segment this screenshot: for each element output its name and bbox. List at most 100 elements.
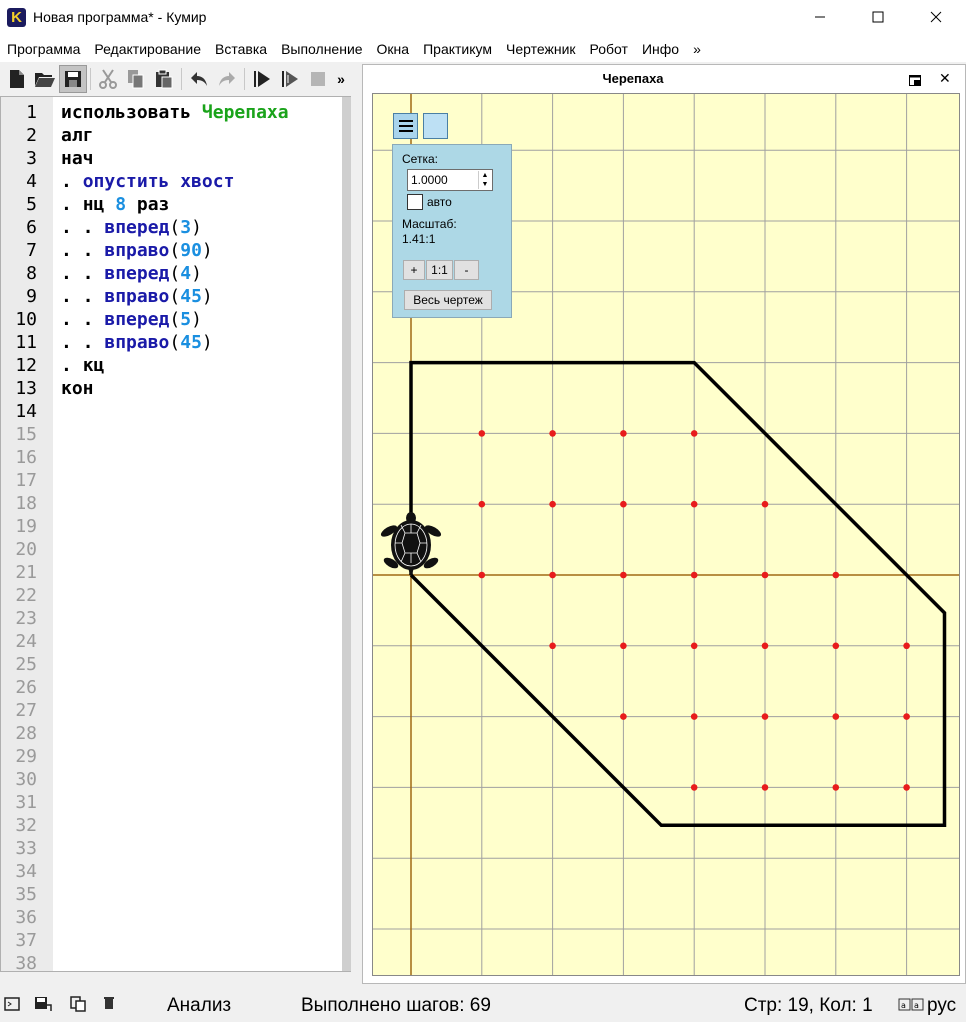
menu-robot[interactable]: Робот [584, 36, 636, 62]
toolbar-more-button[interactable]: » [332, 65, 350, 93]
line-number: 16 [15, 447, 37, 468]
code-area[interactable]: использовать Черепаха алг нач. опустить хв… [61, 101, 289, 400]
window-title: Новая программа* - Кумир [33, 9, 207, 25]
trash-icon[interactable] [103, 996, 115, 1010]
kumir-app-icon: K [7, 8, 26, 27]
console-icon[interactable] [4, 996, 20, 1012]
fit-drawing-button[interactable]: Весь чертеж [404, 290, 492, 310]
grid-point-mark [690, 784, 698, 791]
code-token: вправо [104, 286, 170, 307]
maximize-button[interactable] [855, 0, 901, 34]
run-button[interactable] [248, 65, 276, 93]
menu-lines-icon [398, 120, 413, 122]
status-mode: Анализ [167, 995, 232, 1016]
code-token: ) [191, 309, 202, 330]
code-line[interactable]: кон [61, 377, 289, 400]
code-line[interactable]: . . вперед(4) [61, 262, 289, 285]
save-output-icon[interactable] [34, 996, 52, 1012]
save-button[interactable] [59, 65, 87, 93]
line-number: 27 [15, 700, 37, 721]
code-token: ) [191, 263, 202, 284]
menu-edit[interactable]: Редактирование [88, 36, 209, 62]
grid-point-mark [832, 784, 840, 791]
editor-scrollbar[interactable] [342, 97, 351, 971]
stop-button[interactable] [304, 65, 332, 93]
redo-button[interactable] [213, 65, 241, 93]
cut-button[interactable] [94, 65, 122, 93]
copy-button[interactable] [122, 65, 150, 93]
line-number: 21 [15, 562, 37, 583]
code-editor[interactable]: 1 2 3 4 5 6 7 8 9 10 11 12 13 14 15 16 17 18 19 20 21 22 23 24 2… [0, 96, 351, 974]
toolbar: » [0, 64, 356, 94]
open-button[interactable] [31, 65, 59, 93]
code-token: ( [169, 263, 181, 284]
cut-icon [99, 69, 117, 89]
line-number: 10 [15, 309, 37, 330]
menu-drawer[interactable]: Чертежник [500, 36, 584, 62]
code-token: 8 [115, 194, 127, 215]
code-line[interactable]: . кц [61, 354, 289, 377]
zoom-reset-button[interactable]: 1:1 [426, 260, 453, 280]
line-number: 13 [15, 378, 37, 399]
grid-point-mark [549, 430, 556, 437]
undo-button[interactable] [185, 65, 213, 93]
code-line[interactable]: нач [61, 147, 289, 170]
grid-point-mark [903, 713, 910, 720]
code-token: 5 [180, 309, 192, 330]
menu-practicum[interactable]: Практикум [417, 36, 500, 62]
code-line[interactable]: . опустить хвост [61, 170, 289, 193]
menu-info[interactable]: Инфо [636, 36, 687, 62]
menu-lines-icon [398, 130, 413, 132]
step-button[interactable] [276, 65, 304, 93]
float-panel-button[interactable] [909, 73, 921, 89]
line-number: 1 [26, 102, 37, 123]
code-line[interactable]: . . вперед(5) [61, 308, 289, 331]
close-panel-button[interactable]: ✕ [939, 70, 951, 87]
menu-run[interactable]: Выполнение [275, 36, 370, 62]
minimize-button[interactable] [797, 0, 843, 34]
grid-step-input[interactable]: 1.0000 ▲ ▼ [407, 169, 493, 191]
code-token: кц [82, 355, 105, 376]
code-line[interactable]: алг [61, 124, 289, 147]
line-number: 19 [15, 516, 37, 537]
line-number: 17 [15, 470, 37, 491]
spin-arrows[interactable]: ▲ ▼ [478, 171, 491, 189]
menu-insert[interactable]: Вставка [209, 36, 275, 62]
kumir-window: K Новая программа* - Кумир Программа Ред… [0, 0, 966, 1022]
line-number: 18 [15, 493, 37, 514]
code-line[interactable]: . . вправо(45) [61, 331, 289, 354]
zoom-in-button[interactable]: + [403, 260, 425, 280]
close-window-button[interactable] [913, 0, 959, 34]
scale-label: Масштаб: [402, 217, 457, 231]
code-line[interactable]: использовать Черепаха [61, 101, 289, 124]
zoom-out-button[interactable]: - [454, 260, 479, 280]
grid-menu-button[interactable] [393, 113, 418, 139]
code-token: ( [169, 332, 181, 353]
arrow-up-icon[interactable]: ▲ [479, 171, 491, 180]
new-file-button[interactable] [3, 65, 31, 93]
line-number: 32 [15, 815, 37, 836]
status-cursor-position: Стр: 19, Кол: 1 [744, 995, 873, 1016]
copy-output-icon[interactable] [70, 996, 88, 1012]
code-line[interactable]: . . вправо(45) [61, 285, 289, 308]
scale-value: 1.41:1 [402, 232, 436, 246]
color-button[interactable] [423, 113, 448, 139]
code-token: Черепаха [201, 102, 289, 123]
code-line[interactable]: . нц 8 раз [61, 193, 289, 216]
menu-more[interactable]: » [687, 36, 709, 62]
code-token: раз [126, 194, 170, 215]
menu-program[interactable]: Программа [1, 36, 88, 62]
code-token: 90 [180, 240, 202, 261]
menu-windows[interactable]: Окна [371, 36, 418, 62]
code-token: 45 [180, 332, 202, 353]
grid-point-mark [690, 571, 698, 579]
paste-button[interactable] [150, 65, 178, 93]
code-line[interactable]: . . вперед(3) [61, 216, 289, 239]
code-line[interactable]: . . вправо(90) [61, 239, 289, 262]
status-steps: Выполнено шагов: 69 [301, 995, 491, 1016]
auto-checkbox[interactable] [407, 194, 423, 210]
line-number: 34 [15, 861, 37, 882]
grid-point-mark [549, 571, 556, 579]
code-token: . [61, 171, 83, 192]
arrow-down-icon[interactable]: ▼ [479, 180, 491, 189]
